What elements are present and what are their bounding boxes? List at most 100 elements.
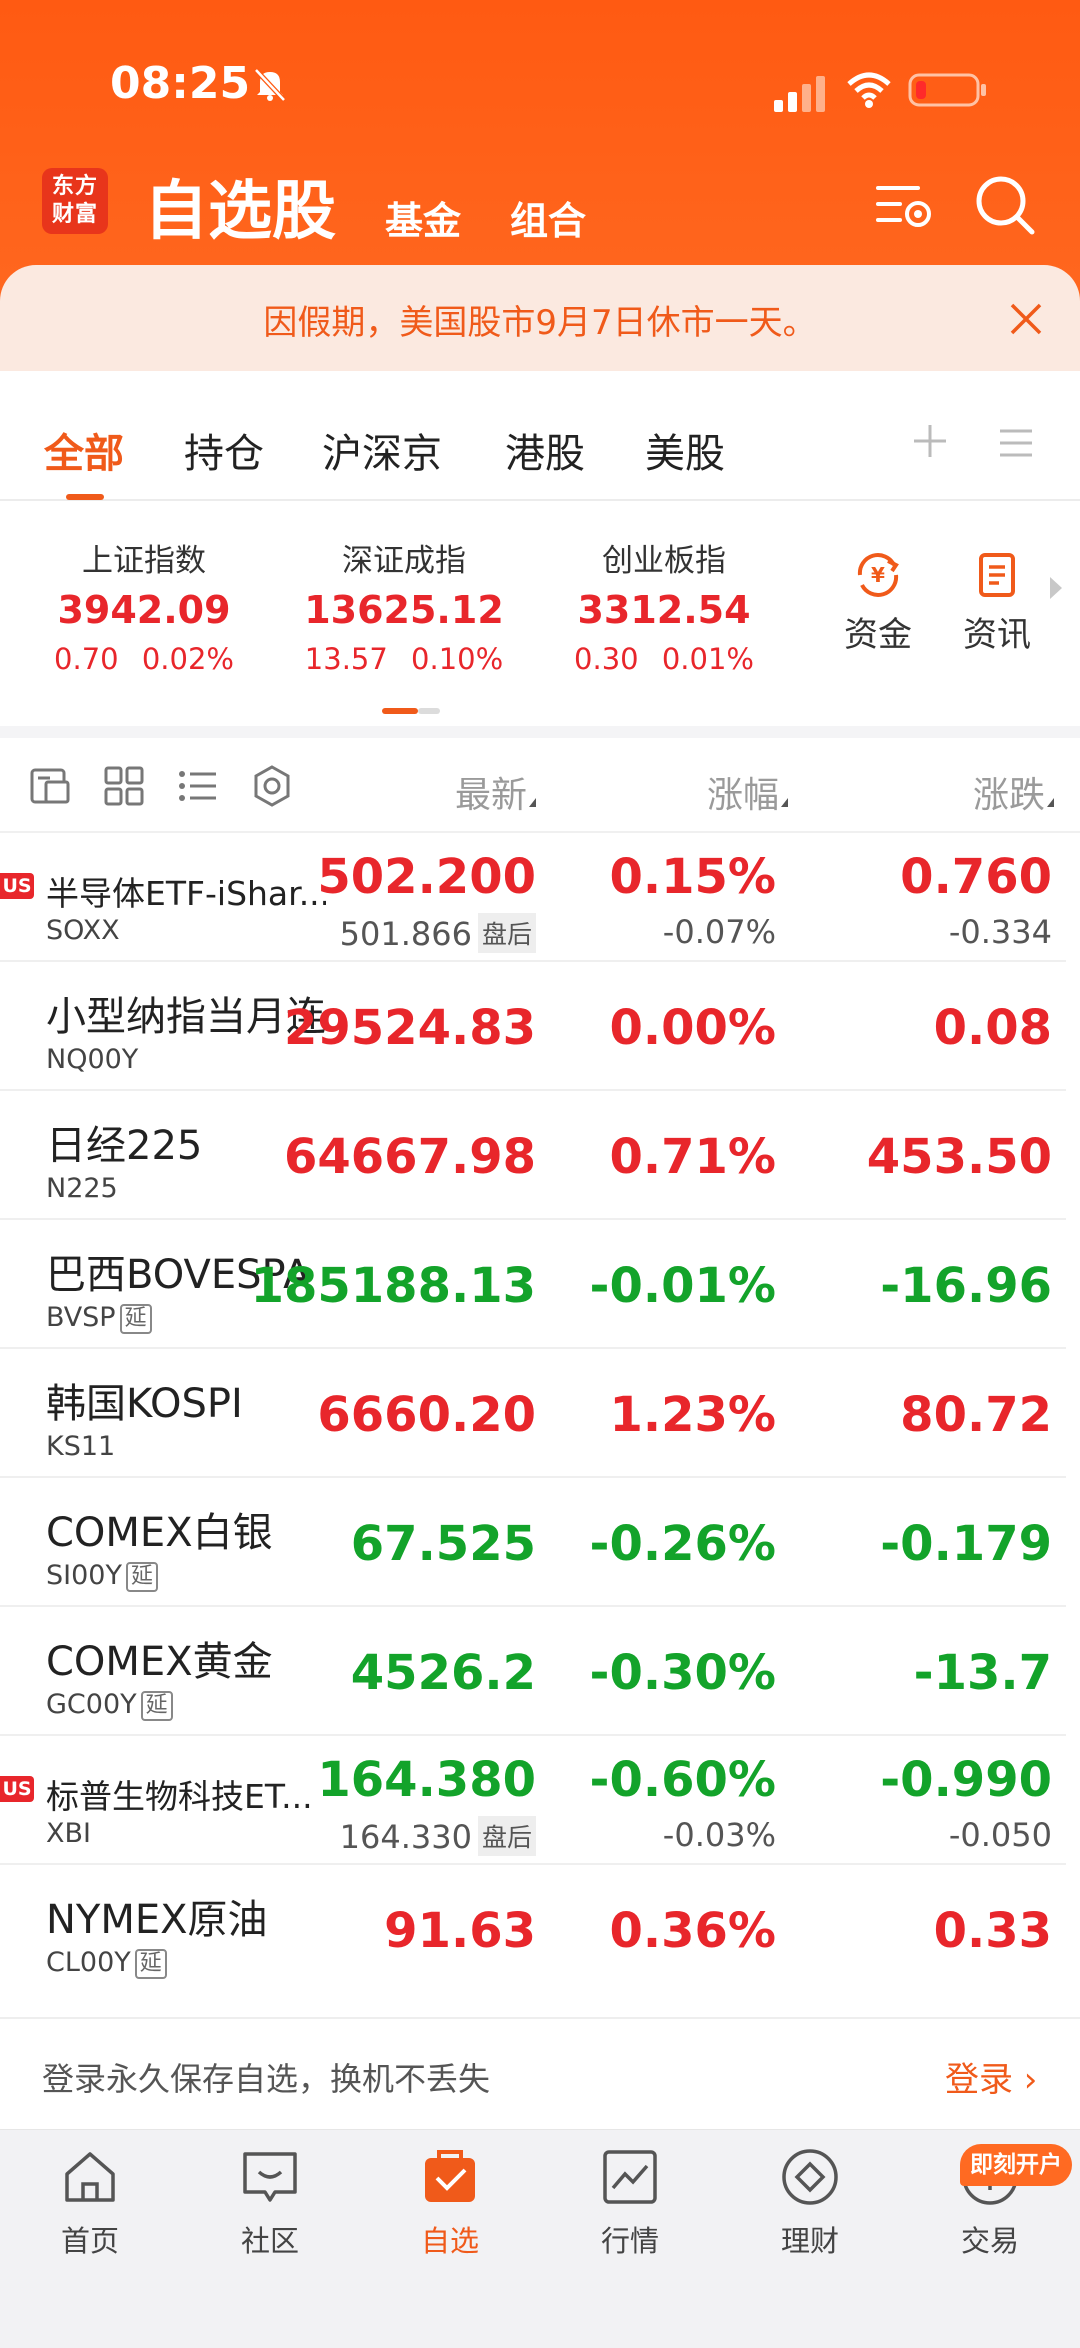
table-row[interactable]: 日经225 N225 64667.98 0.71% 453.50 — [0, 1091, 1066, 1220]
latest-price: 164.380 — [317, 1752, 536, 1808]
section-divider — [0, 726, 1080, 738]
change-percent: 0.15% — [609, 849, 776, 905]
tab-hk[interactable]: 港股 — [505, 421, 585, 479]
watchlist-rows: US 半导体ETF-iShar... SOXX 502.200 0.15% 0.760 50… — [0, 833, 1080, 1988]
cell-signal-icon — [774, 76, 825, 112]
nav-watchlist[interactable]: 自选 — [390, 2144, 510, 2260]
nav-home[interactable]: 首页 — [30, 2144, 150, 2260]
delay-badge: 延 — [140, 1691, 173, 1721]
page-indicator — [418, 708, 440, 714]
close-icon[interactable] — [1008, 301, 1044, 337]
main-content: 全部 持仓 沪深京 港股 美股 上证指数 3942.09 0.70 0.02% … — [0, 371, 1080, 2129]
change-amount: 0.760 — [900, 849, 1052, 905]
stock-name: COMEX白银 — [46, 1510, 273, 1556]
table-row[interactable]: 小型纳指当月连续NQ00Y29524.830.00%0.08 — [0, 962, 1066, 1091]
change-percent: 0.00% — [609, 1000, 776, 1056]
change-amount: -0.990 — [880, 1752, 1052, 1808]
change-percent: 0.71% — [609, 1129, 776, 1185]
card-view-icon[interactable] — [28, 764, 72, 808]
index-card-sh[interactable]: 上证指数 3942.09 0.70 0.02% — [34, 535, 254, 676]
table-row[interactable]: COMEX白银 SI00Y 延 67.525 -0.26% -0.179 — [0, 1478, 1066, 1607]
stock-name: COMEX黄金 — [46, 1639, 273, 1685]
stock-code: SOXX — [46, 915, 120, 946]
tab-holdings[interactable]: 持仓 — [184, 421, 264, 479]
stock-name: 标普生物科技ET... — [46, 1777, 313, 1816]
latest-price: 67.525 — [350, 1516, 536, 1572]
latest-price: 502.200 — [317, 849, 536, 905]
tab-us[interactable]: 美股 — [645, 421, 725, 479]
list-header: 最新 涨幅 涨跌 — [0, 738, 1080, 833]
notice-text: 因假期，美国股市9月7日休市一天。 — [263, 303, 817, 343]
grid-view-icon[interactable] — [102, 764, 146, 808]
table-row[interactable]: 韩国KOSPI KS11 6660.20 1.23% 80.72 — [0, 1349, 1066, 1478]
partial-row — [0, 1983, 1080, 2017]
after-hours-price: 501.866 盘后 — [340, 913, 536, 953]
list-settings-icon[interactable] — [872, 174, 936, 238]
table-row[interactable]: NYMEX原油 CL00Y 延 91.63 0.36% 0.33 — [0, 1865, 1066, 1988]
change-percent: -0.01% — [589, 1258, 776, 1314]
change-amount: -0.179 — [880, 1516, 1052, 1572]
table-row[interactable]: US 半导体ETF-iShar... SOXX 502.200 0.15% 0.760 50… — [0, 833, 1066, 962]
after-hours-percent: -0.07% — [662, 913, 776, 951]
change-percent: 0.36% — [609, 1903, 776, 1959]
nav-wealth[interactable]: 理财 — [750, 2144, 870, 2260]
index-strip: 上证指数 3942.09 0.70 0.02% 深证成指 13625.12 13… — [0, 501, 1080, 726]
change-percent: -0.26% — [589, 1516, 776, 1572]
nav-market[interactable]: 行情 — [570, 2144, 690, 2260]
table-row[interactable]: US 标普生物科技ET... XBI 164.380 -0.60% -0.990 164.3… — [0, 1736, 1066, 1865]
tab-all[interactable]: 全部 — [44, 421, 124, 479]
search-icon[interactable] — [972, 172, 1038, 238]
title-bar: 东方 财富 自选股 基金 组合 — [0, 160, 1080, 250]
page-title[interactable]: 自选股 — [144, 160, 336, 252]
active-tab-indicator — [66, 494, 104, 500]
after-hours-change: -0.334 — [948, 913, 1052, 951]
table-row[interactable]: COMEX黄金 GC00Y 延 4526.2 -0.30% -13.7 — [0, 1607, 1066, 1736]
col-change[interactable]: 涨跌 — [973, 766, 1054, 818]
stock-name: 韩国KOSPI — [46, 1381, 243, 1427]
news-shortcut[interactable]: 资讯 — [952, 549, 1042, 656]
us-market-tag: US — [0, 873, 34, 899]
menu-icon[interactable] — [998, 425, 1034, 461]
tab-combo[interactable]: 组合 — [510, 190, 586, 245]
category-tabs: 全部 持仓 沪深京 港股 美股 — [0, 371, 1080, 501]
login-hint: 登录永久保存自选，换机不丢失 — [42, 2060, 491, 2098]
index-card-sz[interactable]: 深证成指 13625.12 13.57 0.10% — [294, 535, 514, 676]
battery-icon — [908, 73, 986, 107]
index-card-chinext[interactable]: 创业板指 3312.54 0.30 0.01% — [554, 535, 774, 676]
chevron-right-icon[interactable] — [1046, 573, 1068, 603]
bottom-nav: 首页 社区 自选 行情 理财 交易 — [0, 2129, 1080, 2348]
stock-code: N225 — [46, 1173, 118, 1204]
mute-bell-icon — [254, 68, 286, 102]
change-percent: -0.30% — [589, 1645, 776, 1701]
change-amount: -13.7 — [913, 1645, 1052, 1701]
stock-code: CL00Y 延 — [46, 1947, 167, 1979]
col-latest[interactable]: 最新 — [455, 766, 536, 818]
login-link[interactable]: 登录 › — [945, 2052, 1037, 2101]
news-doc-icon — [979, 553, 1015, 597]
nav-community[interactable]: 社区 — [210, 2144, 330, 2260]
funds-shortcut[interactable]: ¥ 资金 — [833, 549, 923, 656]
login-banner[interactable]: 登录永久保存自选，换机不丢失 登录 › — [0, 2017, 1080, 2129]
us-market-tag: US — [0, 1776, 34, 1802]
after-hours-percent: -0.03% — [662, 1816, 776, 1854]
stock-code: SI00Y 延 — [46, 1560, 158, 1592]
after-hours-price: 164.330 盘后 — [340, 1816, 536, 1856]
after-hours-change: -0.050 — [948, 1816, 1052, 1854]
stock-code: XBI — [46, 1818, 91, 1849]
open-account-badge[interactable]: 即刻开户 — [960, 2144, 1072, 2186]
page-indicator-active — [382, 708, 418, 714]
latest-price: 29524.83 — [283, 1000, 536, 1056]
chat-icon — [243, 2152, 297, 2202]
tab-fund[interactable]: 基金 — [385, 190, 461, 245]
change-amount: 0.33 — [933, 1903, 1052, 1959]
list-view-icon[interactable] — [176, 764, 220, 808]
holiday-notice: 因假期，美国股市9月7日休市一天。 — [0, 265, 1080, 373]
tab-sh-sz-bj[interactable]: 沪深京 — [322, 421, 442, 479]
stock-code: NQ00Y — [46, 1044, 139, 1075]
delay-badge: 延 — [119, 1304, 152, 1334]
change-percent: 1.23% — [609, 1387, 776, 1443]
settings-gear-icon[interactable] — [250, 764, 294, 808]
col-pct[interactable]: 涨幅 — [707, 766, 788, 818]
table-row[interactable]: 巴西BOVESPA BVSP 延 185188.13 -0.01% -16.96 — [0, 1220, 1066, 1349]
add-group-icon[interactable] — [910, 421, 950, 461]
